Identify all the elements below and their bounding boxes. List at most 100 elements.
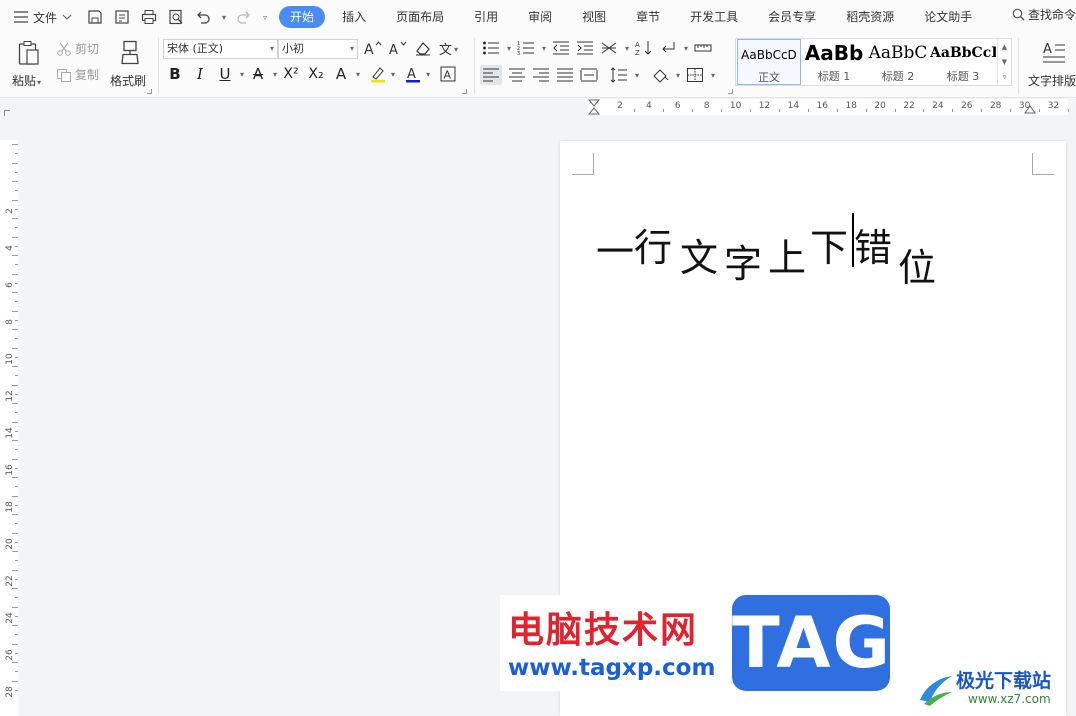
copy-label: 复制 — [75, 68, 100, 82]
print-preview-icon[interactable] — [167, 8, 185, 26]
redo-icon[interactable] — [235, 8, 253, 26]
style-normal[interactable]: AaBbCcD 正文 — [737, 39, 801, 85]
italic-icon[interactable]: I — [189, 65, 211, 83]
copy-button[interactable]: 复制 — [56, 66, 99, 83]
shrink-font-icon[interactable]: A — [389, 40, 407, 56]
doc-char: 上 — [768, 236, 807, 280]
phonetic-guide-icon[interactable]: 文 ▾ — [439, 40, 461, 56]
font-name-select[interactable]: 宋体 (正文) ▾ — [163, 39, 278, 59]
ruler-tick — [952, 109, 954, 112]
paragraph-launcher-icon[interactable] — [728, 89, 733, 94]
tab-developer[interactable]: 开发工具 — [681, 6, 747, 28]
ruler-tick — [12, 218, 18, 219]
ruler-tick — [15, 652, 18, 654]
scroll-down-icon[interactable]: ▼ — [1002, 58, 1007, 66]
bullet-list-icon[interactable] — [482, 40, 500, 56]
print-icon[interactable] — [140, 8, 158, 26]
subscript-icon[interactable]: X₂ — [305, 66, 327, 82]
tab-home[interactable]: 开始 — [279, 6, 326, 28]
ruler-tick — [12, 662, 18, 663]
tab-thesis-assistant[interactable]: 论文助手 — [915, 6, 981, 28]
tab-review[interactable]: 审阅 — [519, 6, 561, 28]
text-caret — [852, 213, 854, 267]
file-menu-label: 文件 — [33, 10, 58, 25]
line-break-icon[interactable] — [659, 40, 677, 56]
justify-icon[interactable] — [556, 67, 574, 83]
align-left-icon[interactable] — [480, 65, 502, 85]
bold-icon[interactable]: B — [164, 65, 186, 83]
line-spacing-icon[interactable] — [610, 67, 628, 83]
ruler-tick — [15, 467, 18, 469]
ruler-tick — [15, 171, 18, 173]
export-pdf-icon[interactable] — [113, 8, 131, 26]
ruler-tick — [12, 347, 18, 349]
numbered-list-icon[interactable]: 123 — [517, 40, 535, 56]
watermark-site-name: 电脑技术网 — [508, 610, 699, 651]
doc-char: 字 — [724, 242, 763, 286]
tab-docer-resources[interactable]: 稻壳资源 — [837, 6, 903, 28]
style-heading-2[interactable]: AaBbC 标题 2 — [866, 39, 930, 85]
style-heading-1[interactable]: AaBb 标题 1 — [802, 39, 866, 85]
chinese-layout-icon[interactable] — [600, 40, 618, 56]
underline-icon[interactable]: U — [214, 65, 236, 83]
tab-view[interactable]: 视图 — [573, 6, 615, 28]
grow-font-icon[interactable]: A — [364, 40, 382, 56]
increase-indent-icon[interactable] — [576, 40, 594, 56]
decrease-indent-icon[interactable] — [552, 40, 570, 56]
tab-page-layout[interactable]: 页面布局 — [387, 6, 453, 28]
align-right-icon[interactable] — [532, 67, 550, 83]
borders-icon[interactable] — [686, 67, 704, 83]
font-color-icon[interactable]: A — [404, 65, 422, 83]
chevron-down-icon — [62, 13, 72, 21]
doc-char: 错 — [854, 226, 893, 270]
ruler-tick-label: 2 — [5, 208, 15, 214]
font-group: 宋体 (正文) ▾ 小初 ▾ A A 文 ▾ B I U ▾ A ▾ X² X₂ A ▾ ▾… — [160, 34, 472, 98]
format-painter-button[interactable]: 格式刷 — [108, 38, 152, 90]
styles-scroll[interactable]: ▲ ▼ ▿ — [997, 39, 1011, 85]
ruler-tick — [692, 109, 694, 112]
character-border-icon[interactable]: A — [439, 65, 457, 83]
document-text-line[interactable]: 一 行 文 字 上 下 错 位 — [596, 213, 1016, 290]
tab-insert[interactable]: 插入 — [333, 6, 375, 28]
file-menu[interactable]: 文件 — [14, 5, 72, 29]
undo-icon[interactable] — [194, 8, 212, 26]
search-command[interactable]: 查找命令 — [1012, 6, 1076, 23]
text-effect-icon[interactable]: A — [330, 65, 352, 83]
indent-marker-icon[interactable] — [588, 99, 600, 115]
undo-dropdown-icon[interactable]: ▾ — [222, 13, 226, 22]
svg-text:A: A — [389, 43, 398, 56]
highlight-icon[interactable] — [369, 65, 387, 83]
tab-chapter[interactable]: 章节 — [627, 6, 669, 28]
paste-button[interactable]: 粘贴▾ — [10, 38, 48, 90]
horizontal-ruler[interactable]: 2 4 6 8 10 12 14 16 18 20 22 24 26 28 30 32 — [588, 99, 1069, 115]
ruler-tick — [12, 440, 18, 441]
sort-icon[interactable]: AZ — [635, 40, 653, 56]
ruler-tick — [663, 109, 665, 112]
tab-member[interactable]: 会员专享 — [759, 6, 825, 28]
vertical-ruler[interactable]: 2 4 6 8 10 12 14 16 18 20 22 24 26 28 — [0, 140, 18, 716]
ruler-tick-label: 10 — [5, 353, 15, 365]
text-layout-button[interactable]: A 文字排版 — [1022, 38, 1076, 90]
aurora-logo-icon — [920, 676, 952, 706]
save-icon[interactable] — [86, 8, 104, 26]
ruler-tick-label: 4 — [5, 245, 15, 251]
ruler-tick — [15, 190, 18, 192]
tab-references[interactable]: 引用 — [465, 6, 507, 28]
superscript-icon[interactable]: X² — [280, 66, 302, 82]
style-heading-3[interactable]: AaBbCcI 标题 3 — [930, 39, 996, 85]
clipboard-launcher-icon[interactable] — [147, 89, 152, 94]
align-center-icon[interactable] — [508, 67, 526, 83]
shading-icon[interactable] — [651, 67, 669, 83]
font-launcher-icon[interactable] — [462, 89, 467, 94]
more-styles-icon[interactable]: ▿ — [1003, 73, 1007, 81]
strikethrough-icon[interactable]: A — [247, 65, 269, 83]
ruler-toggle-icon[interactable] — [694, 40, 712, 56]
ruler-tick — [12, 384, 18, 386]
scroll-up-icon[interactable]: ▲ — [1002, 43, 1007, 51]
cut-button[interactable]: 剪切 — [56, 40, 99, 57]
clear-format-icon[interactable] — [414, 40, 432, 56]
font-size-select[interactable]: 小初 ▾ — [278, 39, 358, 59]
customize-toolbar-icon[interactable]: ▿ — [263, 13, 267, 22]
distribute-icon[interactable] — [580, 67, 598, 83]
watermark-site: 电脑技术网 www.tagxp.com — [500, 595, 730, 691]
